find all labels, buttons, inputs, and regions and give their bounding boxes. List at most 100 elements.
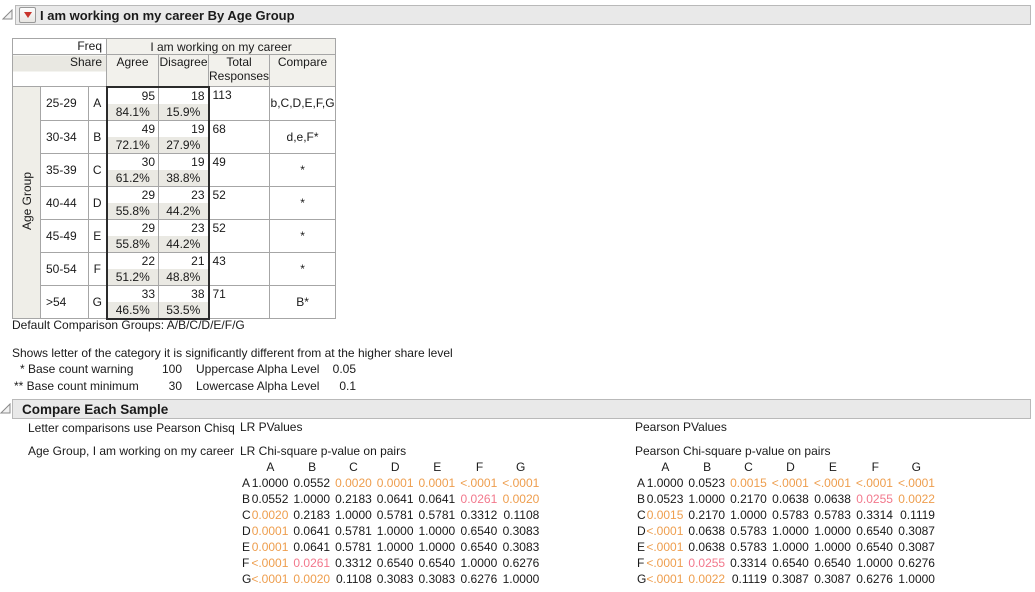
base-count-minimum-label: ** Base count minimum (12, 379, 154, 393)
disagree-percent: 27.9% (159, 137, 208, 153)
disagree-count: 21 (159, 253, 208, 269)
agree-cell: 3346.5% (107, 285, 159, 319)
agree-cell: 3061.2% (107, 153, 159, 186)
crosstab-row: Age Group25-29A9584.1%1815.9%113b,C,D,E,… (13, 87, 336, 121)
agree-count: 22 (108, 253, 159, 269)
matrix-pvalue-cell: 0.6540 (377, 555, 419, 571)
age-range-cell: 50-54 (41, 252, 89, 285)
matrix-row-label: A (635, 475, 646, 491)
matrix-pvalue-cell: 0.5781 (335, 523, 377, 539)
matrix-row-label: F (635, 555, 646, 571)
matrix-header-row: ABCDEFG (635, 459, 940, 475)
compare-variables-note: Age Group, I am working on my career (28, 444, 234, 458)
disagree-percent: 48.8% (159, 269, 208, 285)
uppercase-alpha-label: Uppercase Alpha Level (196, 362, 328, 376)
matrix-pvalue-cell: 0.0638 (772, 491, 814, 507)
matrix-pvalue-cell: 0.0015 (730, 475, 772, 491)
matrix-pvalue-cell: 0.3083 (502, 523, 544, 539)
matrix-pvalue-cell: 0.0020 (293, 571, 335, 587)
disagree-cell: 1938.8% (159, 153, 209, 186)
matrix-pvalue-cell: <.0001 (460, 475, 502, 491)
matrix-pvalue-cell: 1.0000 (772, 523, 814, 539)
matrix-pvalue-cell: 1.0000 (335, 507, 377, 523)
matrix-pvalue-cell: 0.0523 (646, 491, 688, 507)
matrix-pvalue-cell: 1.0000 (419, 523, 461, 539)
matrix-column-header: G (502, 459, 544, 475)
row-axis-label: Age Group (13, 87, 41, 319)
matrix-pvalue-cell: <.0001 (814, 475, 856, 491)
group-letter-cell: D (89, 186, 107, 219)
agree-count: 49 (108, 121, 159, 137)
crosstab-row: 45-49E2955.8%2344.2%52* (13, 219, 336, 252)
crosstab-row: 40-44D2955.8%2344.2%52* (13, 186, 336, 219)
compare-letters-cell: d,e,F* (270, 120, 336, 153)
matrix-pvalue-cell: <.0001 (646, 571, 688, 587)
compare-letters-cell: * (270, 153, 336, 186)
crosstab-row: >54G3346.5%3853.5%71B* (13, 285, 336, 319)
contingency-table: Freq I am working on my career Share Agr… (12, 38, 336, 320)
matrix-pvalue-cell: <.0001 (251, 571, 293, 587)
base-count-minimum-value: 30 (154, 379, 182, 393)
crosstab-row: 30-34B4972.1%1927.9%68d,e,F* (13, 120, 336, 153)
disagree-percent: 38.8% (159, 170, 208, 186)
compare-letters-cell: * (270, 252, 336, 285)
report-title: I am working on my career By Age Group (40, 8, 295, 23)
matrix-pvalue-cell: 0.1119 (730, 571, 772, 587)
matrix-pvalue-cell: 0.0020 (502, 491, 544, 507)
matrix-pvalue-cell: 0.3083 (419, 571, 461, 587)
disclosure-triangle-icon[interactable] (0, 403, 11, 414)
red-triangle-menu-button[interactable] (19, 7, 36, 23)
matrix-column-header: B (688, 459, 730, 475)
matrix-column-header: F (460, 459, 502, 475)
matrix-pvalue-cell: 0.0641 (293, 539, 335, 555)
matrix-pvalue-cell: 0.0020 (251, 507, 293, 523)
disagree-percent: 15.9% (159, 104, 208, 120)
outline-header-compare-each-sample[interactable]: Compare Each Sample (12, 399, 1031, 419)
agree-cell: 2955.8% (107, 186, 159, 219)
matrix-pvalue-cell: 1.0000 (730, 507, 772, 523)
share-header: Share (13, 55, 107, 87)
matrix-row: C0.00150.21701.00000.57830.57830.33140.1… (635, 507, 940, 523)
agree-cell: 2955.8% (107, 219, 159, 252)
matrix-pvalue-cell: 0.6540 (856, 523, 898, 539)
agree-count: 29 (108, 187, 159, 203)
pearson-pvalue-matrix: ABCDEFGA 1.0000 0.0523 0.0015 <.0001 <.0001 <.… (635, 459, 940, 587)
matrix-pvalue-cell: 1.0000 (460, 555, 502, 571)
matrix-row: F<.00010.02550.33140.65400.65401.00000.6… (635, 555, 940, 571)
matrix-row-label: D (635, 523, 646, 539)
age-range-cell: 45-49 (41, 219, 89, 252)
matrix-row: G<.00010.00220.11190.30870.30870.62761.0… (635, 571, 940, 587)
matrix-row: E0.00010.06410.57811.00001.00000.65400.3… (240, 539, 544, 555)
column-span-header: I am working on my career (107, 39, 336, 55)
age-group-vertical-label: Age Group (20, 172, 34, 230)
matrix-pvalue-cell: 1.0000 (377, 539, 419, 555)
matrix-pvalue-cell: 0.0022 (898, 491, 940, 507)
matrix-row: G<.00010.00200.11080.30830.30830.62761.0… (240, 571, 544, 587)
matrix-pvalue-cell: 0.1119 (898, 507, 940, 523)
disagree-cell: 2344.2% (159, 219, 209, 252)
matrix-header-row: ABCDEFG (240, 459, 544, 475)
group-letter-cell: F (89, 252, 107, 285)
matrix-pvalue-cell: <.0001 (646, 539, 688, 555)
agree-cell: 2251.2% (107, 252, 159, 285)
outline-header-main[interactable]: I am working on my career By Age Group (15, 5, 1031, 25)
agree-count: 33 (108, 286, 159, 302)
matrix-column-header: C (730, 459, 772, 475)
matrix-pvalue-cell: 0.5781 (377, 507, 419, 523)
lr-pvalue-matrix: ABCDEFGA1.00000.05520.00200.00010.0001<.… (240, 459, 544, 587)
matrix-pvalue-cell: 0.3312 (335, 555, 377, 571)
matrix-pvalue-cell: 0.0641 (377, 491, 419, 507)
matrix-row: C0.00200.21831.00000.57810.57810.33120.1… (240, 507, 544, 523)
matrix-pvalue-cell: 0.0552 (251, 491, 293, 507)
matrix-pvalue-cell: 0.6276 (856, 571, 898, 587)
matrix-pvalue-cell: 1.0000 (502, 571, 544, 587)
crosstab-body: Age Group25-29A9584.1%1815.9%113b,C,D,E,… (13, 87, 336, 319)
group-letter-cell: G (89, 285, 107, 319)
disagree-cell: 2148.8% (159, 252, 209, 285)
agree-percent: 51.2% (108, 269, 159, 285)
agree-count: 29 (108, 220, 159, 236)
group-letter-cell: C (89, 153, 107, 186)
lowercase-alpha-value: 0.1 (328, 379, 356, 393)
matrix-pvalue-cell: 0.0001 (377, 475, 419, 491)
disclosure-triangle-icon[interactable] (2, 9, 13, 20)
